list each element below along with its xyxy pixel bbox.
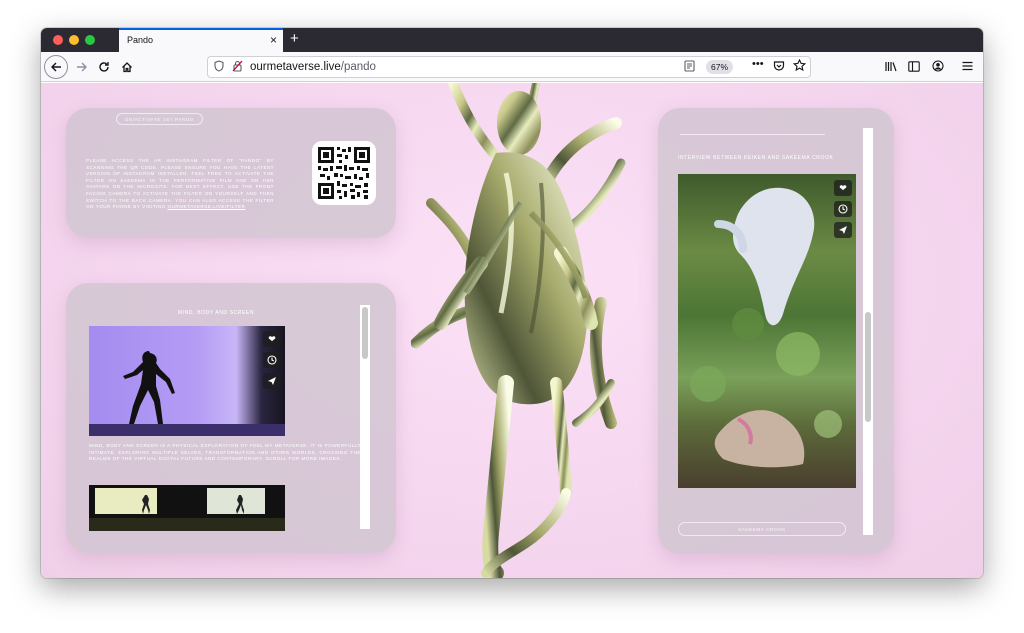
- sidebar-icon[interactable]: [908, 61, 920, 72]
- sakeema-crook-button[interactable]: Sakeema Crook: [678, 522, 846, 536]
- back-button[interactable]: [44, 55, 68, 79]
- ar-instructions-body: Please access the AR Instagram filter of…: [86, 158, 274, 210]
- arrow-left-icon: [51, 62, 61, 72]
- interview-foliage-image: [690, 187, 842, 468]
- left-card-scroll-thumb[interactable]: [362, 307, 368, 359]
- reload-icon: [99, 62, 109, 72]
- tab-title: Pando: [127, 35, 154, 45]
- share-button[interactable]: [263, 373, 281, 389]
- address-bar[interactable]: ourmetaverse.live/pando 67%: [207, 56, 811, 78]
- zoom-level-badge[interactable]: 67%: [706, 60, 734, 74]
- browser-window: Pando × + ourmetaverse.live/pando 67% ••…: [41, 28, 983, 578]
- page-content: De/activate 1st Pando Please access the …: [41, 83, 983, 578]
- left-card-scrollbar[interactable]: [360, 305, 370, 529]
- ar-instructions-text: Please access the AR Instagram filter of…: [86, 158, 274, 211]
- like-button[interactable]: ❤: [263, 331, 281, 347]
- watch-later-button[interactable]: [263, 352, 281, 368]
- home-button[interactable]: [115, 55, 139, 79]
- bookmark-star-icon[interactable]: [793, 59, 806, 72]
- chrome-sculpture-figure[interactable]: [410, 83, 631, 578]
- shield-icon[interactable]: [214, 60, 224, 72]
- tab-bar: Pando × +: [41, 28, 983, 52]
- close-window-button[interactable]: [53, 35, 63, 45]
- send-icon: [268, 377, 276, 385]
- account-icon[interactable]: [932, 60, 944, 72]
- pocket-icon[interactable]: [773, 60, 785, 72]
- reload-button[interactable]: [92, 55, 116, 79]
- interview-video-frame[interactable]: [678, 174, 856, 488]
- new-tab-button[interactable]: +: [290, 30, 299, 48]
- deactivate-pando-button[interactable]: De/activate 1st Pando: [116, 113, 203, 125]
- interview-share-button[interactable]: [834, 222, 852, 238]
- minimize-window-button[interactable]: [69, 35, 79, 45]
- url-domain: ourmetaverse.live: [250, 61, 341, 73]
- interview-divider: [680, 134, 825, 135]
- mind-body-screen-heading: Mind, Body and Screen: [177, 310, 255, 316]
- interview-heading: Interview between Keiken and Sakeema Cro…: [678, 155, 834, 161]
- tab-pando[interactable]: Pando ×: [119, 28, 283, 52]
- filter-link[interactable]: ourmetaverse.live/filter: [168, 204, 246, 209]
- chrome-creature-image: [410, 83, 626, 578]
- ar-filter-card: De/activate 1st Pando Please access the …: [66, 108, 396, 238]
- insecure-lock-icon[interactable]: [232, 60, 243, 72]
- interview-like-button[interactable]: ❤: [834, 180, 852, 196]
- dance-stage-image[interactable]: [89, 485, 285, 531]
- home-icon: [122, 62, 132, 73]
- url-path: /pando: [340, 61, 376, 73]
- dancer-silhouette-image: [89, 351, 285, 436]
- qr-code: [312, 141, 376, 205]
- right-card-scroll-thumb[interactable]: [865, 312, 871, 422]
- interview-send-icon: [839, 226, 847, 234]
- interview-watch-later-button[interactable]: [834, 201, 852, 217]
- clock-icon: [267, 355, 277, 365]
- reader-view-icon[interactable]: [684, 60, 695, 72]
- arrow-right-icon: [77, 62, 87, 72]
- stage-screens-image: [89, 488, 285, 531]
- url-text: ourmetaverse.live/pando: [250, 61, 376, 73]
- forward-button[interactable]: [70, 55, 94, 79]
- interview-card: Interview between Keiken and Sakeema Cro…: [658, 108, 894, 554]
- mind-body-screen-description: Mind, Body and Screen is a physical expl…: [89, 443, 361, 462]
- hamburger-menu-icon[interactable]: [962, 61, 973, 71]
- right-card-scrollbar[interactable]: [863, 128, 873, 535]
- dance-video-frame[interactable]: [89, 326, 285, 436]
- maximize-window-button[interactable]: [85, 35, 95, 45]
- mind-body-screen-card: Mind, Body and Screen ❤ Mind, Body and S…: [66, 283, 396, 553]
- interview-clock-icon: [838, 204, 848, 214]
- nav-toolbar: ourmetaverse.live/pando 67% •••: [41, 52, 983, 82]
- qr-code-icon: [318, 147, 370, 199]
- tab-close-icon[interactable]: ×: [270, 33, 277, 47]
- page-actions-icon[interactable]: •••: [752, 58, 764, 70]
- library-icon[interactable]: [885, 61, 897, 72]
